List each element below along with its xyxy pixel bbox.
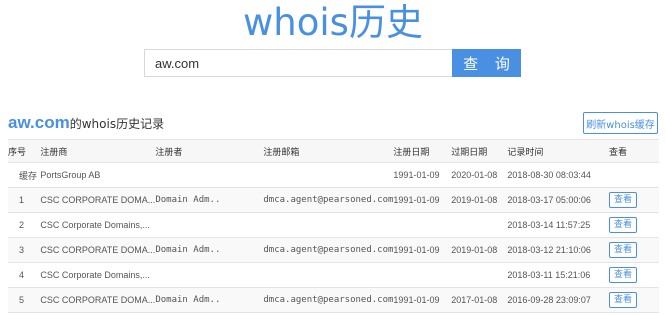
row-email[interactable]: dmca.agent@pearsoned.com: [263, 287, 394, 313]
row-view-cell: 查看: [609, 262, 659, 288]
row-expires-date[interactable]: 2017-01-08: [451, 287, 508, 313]
heading-suffix: 的whois历史记录: [69, 117, 165, 131]
row-index: 1: [8, 187, 41, 213]
row-registrar: CSC CORPORATE DOMA...: [40, 287, 156, 313]
row-view-cell: 查看: [609, 212, 659, 238]
table-row: 2 CSC Corporate Domains,... 2018-03-14 11:…: [8, 212, 659, 238]
row-view-cell: 查看: [609, 237, 659, 263]
table-row: 5 CSC CORPORATE DOMA... Domain Adm.. dmca.a…: [8, 287, 659, 313]
table-row: 1 CSC CORPORATE DOMA... Domain Adm.. dmca.a…: [8, 187, 659, 213]
col-header-registrar: 注册商: [40, 139, 156, 163]
row-view-cell: [609, 162, 659, 188]
page-title: whois历史: [243, 1, 423, 44]
row-view-cell: 查看: [609, 287, 659, 313]
row-registrant[interactable]: Domain Adm..: [155, 237, 264, 263]
col-header-email: 注册邮箱: [263, 139, 394, 163]
row-record-time: 2018-03-11 15:21:06: [507, 262, 610, 288]
col-header-index: 序号: [8, 139, 41, 163]
row-registrar: CSC CORPORATE DOMA...: [40, 237, 156, 263]
row-index: 2: [8, 212, 41, 238]
row-expires-date: [451, 212, 508, 238]
row-registrar: CSC Corporate Domains,...: [40, 262, 156, 288]
row-registrar: PortsGroup AB: [40, 162, 156, 188]
row-registrant[interactable]: Domain Adm..: [155, 187, 264, 213]
row-created-date: [393, 212, 452, 238]
row-expires-date: [451, 262, 508, 288]
row-email: [263, 212, 394, 238]
row-registrant: [155, 262, 264, 288]
row-index: 4: [8, 262, 41, 288]
row-registrant: [155, 212, 264, 238]
row-registrant: [155, 162, 264, 188]
row-registrar: CSC CORPORATE DOMA...: [40, 187, 156, 213]
view-record-button[interactable]: 查看: [609, 217, 638, 233]
row-index: 3: [8, 237, 41, 263]
row-registrar: CSC Corporate Domains,...: [40, 212, 156, 238]
row-created-date: 1991-01-09: [393, 187, 452, 213]
table-row: 3 CSC CORPORATE DOMA... Domain Adm.. dmca.a…: [8, 237, 659, 263]
row-expires-date: 2020-01-08: [451, 162, 508, 188]
row-record-time: 2018-03-14 11:57:25: [507, 212, 610, 238]
row-created-date: 1991-01-09: [393, 287, 452, 313]
row-email: [263, 262, 394, 288]
table-header-row: 序号 注册商 注册者 注册邮箱 注册日期 过期日期 记录时间 查看: [8, 139, 659, 163]
row-index: 5: [8, 287, 41, 313]
row-email: [263, 162, 394, 188]
view-record-button[interactable]: 查看: [609, 292, 638, 308]
row-created-date: 1991-01-09: [393, 237, 452, 263]
row-email[interactable]: dmca.agent@pearsoned.com: [263, 237, 394, 263]
view-record-button[interactable]: 查看: [609, 192, 638, 208]
col-header-registrant: 注册者: [155, 139, 264, 163]
row-record-time: 2016-09-28 23:09:07: [507, 287, 610, 313]
row-record-time: 2018-03-17 05:00:06: [507, 187, 610, 213]
row-email[interactable]: dmca.agent@pearsoned.com: [263, 187, 394, 213]
domain-search-input[interactable]: [144, 49, 452, 77]
row-record-time: 2018-08-30 08:03:44: [507, 162, 610, 188]
row-record-time: 2018-03-12 21:10:06: [507, 237, 610, 263]
section-heading: aw.com 的whois历史记录: [8, 113, 164, 133]
heading-domain[interactable]: aw.com: [8, 113, 70, 133]
row-expires-date[interactable]: 2019-01-08: [451, 187, 508, 213]
view-record-button[interactable]: 查看: [609, 267, 638, 283]
search-bar: 查 询: [144, 49, 521, 77]
col-header-expires: 过期日期: [451, 139, 508, 163]
col-header-view: 查看: [609, 139, 659, 163]
search-button[interactable]: 查 询: [452, 49, 521, 77]
row-created-date: 1991-01-09: [393, 162, 452, 188]
table-row: 缓存 PortsGroup AB 1991-01-09 2020-01-08 2018-…: [8, 162, 659, 188]
row-created-date: [393, 262, 452, 288]
row-expires-date[interactable]: 2019-01-08: [451, 237, 508, 263]
col-header-created: 注册日期: [393, 139, 452, 163]
view-record-button[interactable]: 查看: [609, 242, 638, 258]
row-registrant[interactable]: Domain Adm..: [155, 287, 264, 313]
refresh-cache-button[interactable]: 刷新whois缓存: [583, 112, 658, 134]
table-row: 4 CSC Corporate Domains,... 2018-03-11 15:…: [8, 262, 659, 288]
col-header-record-time: 记录时间: [507, 139, 610, 163]
whois-history-table: 序号 注册商 注册者 注册邮箱 注册日期 过期日期 记录时间 查看 缓存 Port…: [8, 139, 659, 313]
row-index: 缓存: [8, 162, 41, 188]
row-view-cell: 查看: [609, 187, 659, 213]
